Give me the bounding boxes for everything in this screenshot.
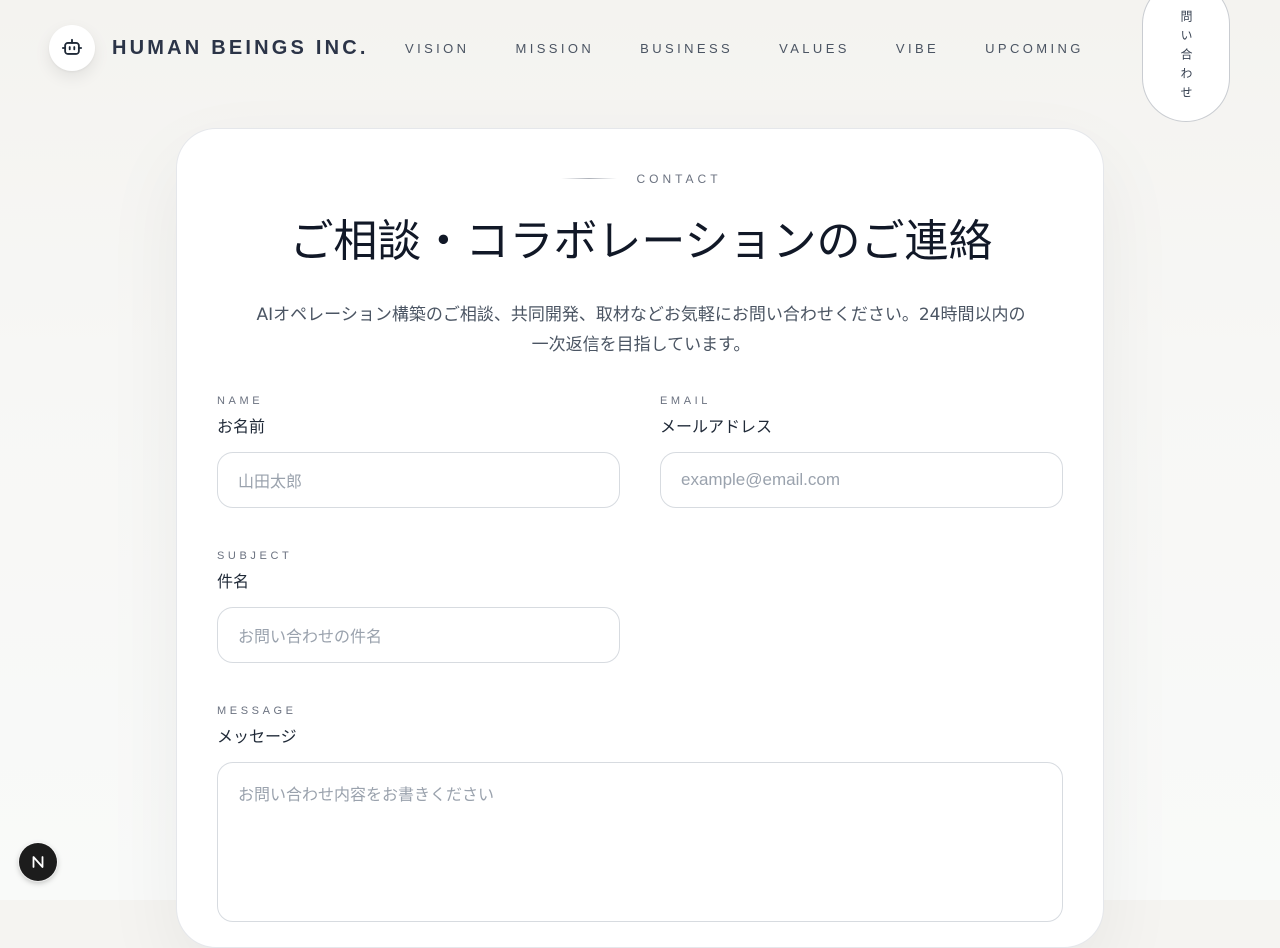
name-caps-label: NAME <box>217 395 264 407</box>
page-title: ご相談・コラボレーションのご連絡 <box>289 216 993 267</box>
eyebrow-text: CONTACT <box>636 172 722 186</box>
message-label: メッセージ <box>217 727 297 746</box>
nav-item-business[interactable]: BUSINESS <box>640 41 733 57</box>
name-label: お名前 <box>217 417 266 436</box>
nav-item-vibe[interactable]: VIBE <box>896 41 939 57</box>
brand-name[interactable]: HUMAN BEINGS INC. <box>112 36 369 60</box>
message-textarea[interactable]: お問い合わせ内容をお書きください <box>217 762 1063 922</box>
subject-caps-label: SUBJECT <box>217 550 293 562</box>
robot-icon <box>61 38 83 55</box>
nextjs-n-icon <box>32 856 44 868</box>
email-input[interactable]: example@email.com <box>660 452 1063 508</box>
message-field-group: MESSAGE メッセージ お問い合わせ内容をお書きください <box>217 704 1063 922</box>
nav-item-upcoming[interactable]: UPCOMING <box>985 41 1084 57</box>
email-caps-label: EMAIL <box>660 395 712 407</box>
email-label: メールアドレス <box>660 417 773 436</box>
email-field-group: EMAIL メールアドレス example@email.com <box>660 394 1063 508</box>
nextjs-badge[interactable] <box>19 843 57 881</box>
nav-item-vision[interactable]: VISION <box>405 41 469 57</box>
nav-item-values[interactable]: VALUES <box>779 41 850 57</box>
nav-item-mission[interactable]: MISSION <box>515 41 594 57</box>
message-caps-label: MESSAGE <box>217 705 297 717</box>
name-input[interactable]: 山田太郎 <box>217 452 620 508</box>
contact-card: CONTACT ご相談・コラボレーションのご連絡 AIオペレーション構築のご相談… <box>176 128 1104 948</box>
subject-input[interactable]: お問い合わせの件名 <box>217 607 620 663</box>
lead-text: AIオペレーション構築のご相談、共同開発、取材などお気軽にお問い合わせください。… <box>256 305 1026 355</box>
main-nav: VISION MISSION BUSINESS VALUES VIBE UPCO… <box>405 41 1084 57</box>
contact-button-label: 問い合わせ <box>1179 10 1193 105</box>
subject-field-group: SUBJECT 件名 お問い合わせの件名 <box>217 549 620 663</box>
name-field-group: NAME お名前 山田太郎 <box>217 394 620 508</box>
contact-button[interactable]: 問い合わせ <box>1142 0 1230 122</box>
subject-label: 件名 <box>217 572 250 591</box>
logo-button[interactable] <box>49 25 95 71</box>
section-eyebrow: CONTACT <box>177 172 1105 186</box>
